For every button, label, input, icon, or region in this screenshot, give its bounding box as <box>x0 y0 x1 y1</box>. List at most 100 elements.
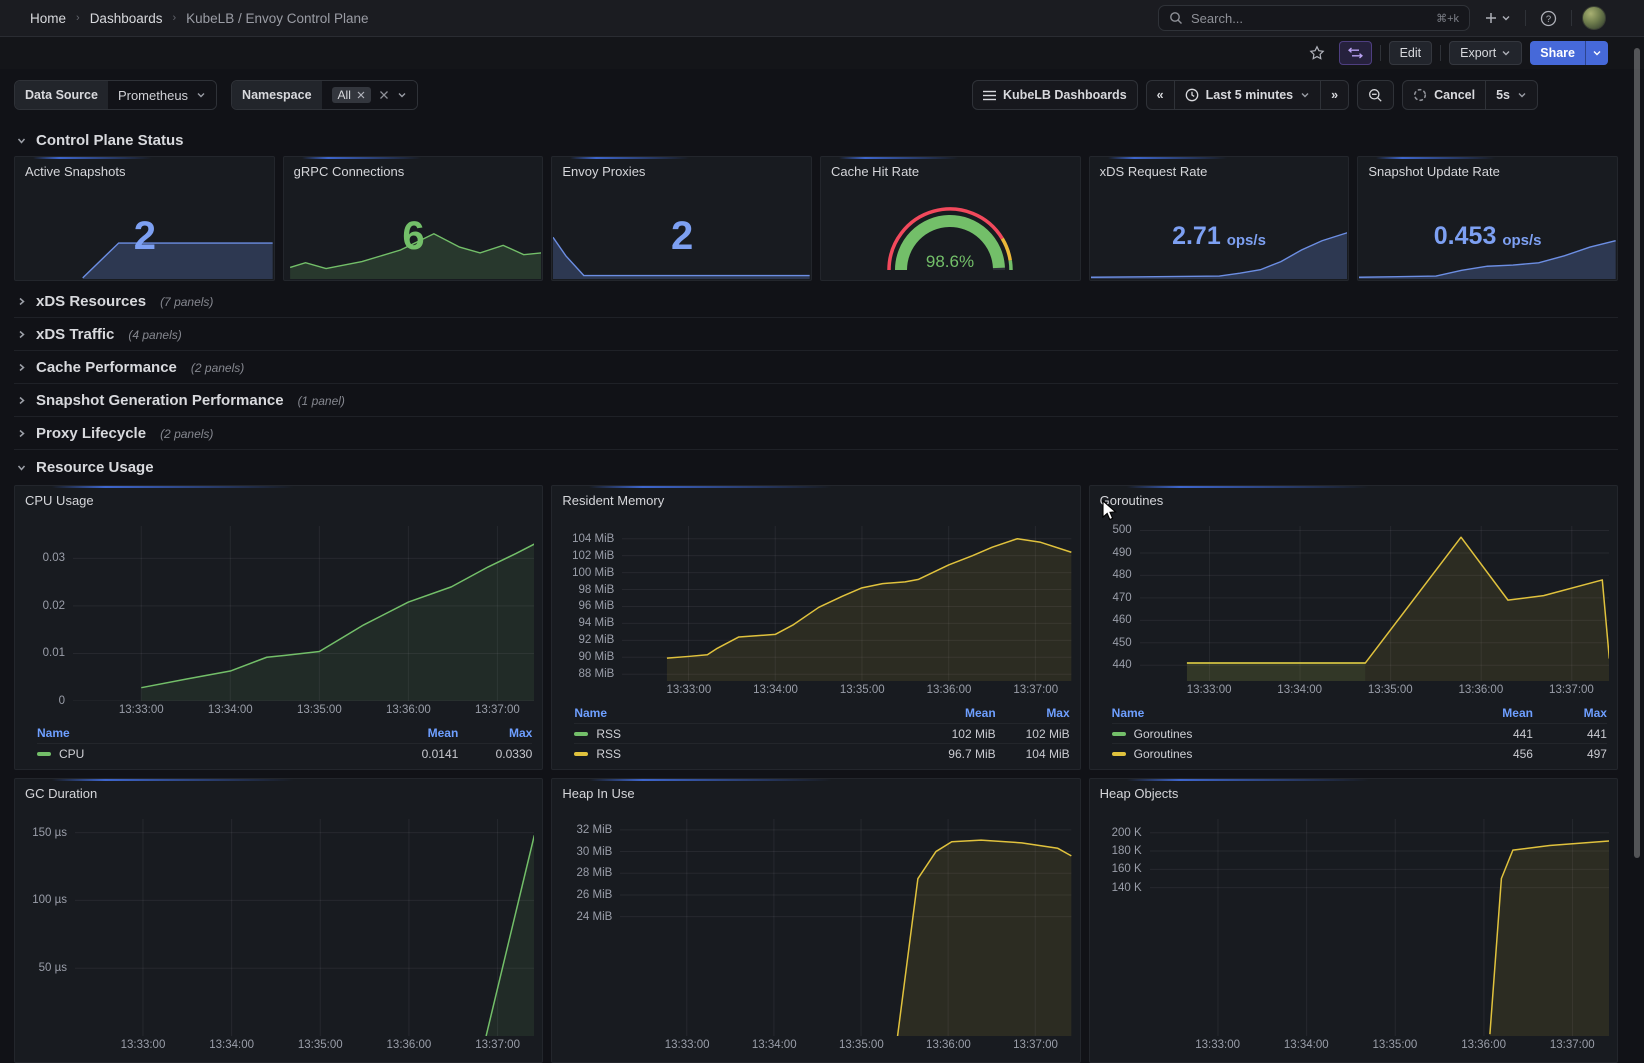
datasource-variable[interactable]: Data Source Prometheus <box>14 80 217 110</box>
series-name: RSS <box>596 747 621 761</box>
divider <box>1380 45 1381 61</box>
chevron-down-icon <box>14 135 28 146</box>
stat-value: 2 <box>15 185 274 280</box>
series-name: CPU <box>59 747 84 761</box>
x-axis-label: 13:37:00 <box>1550 1039 1595 1051</box>
legend-row[interactable]: Goroutines456497 <box>1112 743 1607 763</box>
x-axis-label: 13:35:00 <box>1368 684 1413 696</box>
dashboard-row-xds-resources[interactable]: xDS Resources (7 panels) <box>14 285 1618 318</box>
resource-usage-panels-row-2: GC Duration 150 µs100 µs50 µs13:33:0013:… <box>14 778 1618 1063</box>
legend-header-mean[interactable]: Mean <box>922 706 996 720</box>
y-axis-label: 500 <box>1112 524 1131 536</box>
namespace-variable[interactable]: Namespace All <box>231 80 418 110</box>
y-axis-label: 26 MiB <box>577 889 613 901</box>
star-button[interactable] <box>1303 41 1331 65</box>
legend-header-name[interactable]: Name <box>574 706 921 720</box>
panel-grpc-connections[interactable]: gRPC Connections 6 <box>283 156 544 281</box>
namespace-value[interactable]: All <box>322 81 417 109</box>
x-axis-label: 13:37:00 <box>1013 1039 1058 1051</box>
export-button[interactable]: Export <box>1449 41 1522 65</box>
svg-text:?: ? <box>1546 14 1551 25</box>
time-range-button[interactable]: Last 5 minutes <box>1175 81 1322 109</box>
row-header-control-plane-status[interactable]: Control Plane Status <box>14 126 1618 154</box>
plot-area[interactable] <box>1140 526 1609 681</box>
avatar[interactable] <box>1582 6 1606 30</box>
row-header-resource-usage[interactable]: Resource Usage <box>14 451 1618 483</box>
dashboard-submenu: Data Source Prometheus Namespace All <box>14 80 1618 110</box>
panel-envoy-proxies[interactable]: Envoy Proxies 2 <box>551 156 812 281</box>
clear-icon[interactable] <box>379 90 389 100</box>
panel-cache-hit-rate[interactable]: Cache Hit Rate 98.6% <box>820 156 1081 281</box>
refresh-picker: Cancel 5s <box>1402 80 1538 110</box>
panel-active-snapshots[interactable]: Active Snapshots 2 <box>14 156 275 281</box>
chevron-down-icon <box>1592 48 1602 58</box>
page-scrollbar[interactable] <box>1634 48 1640 858</box>
panel-cpu-usage[interactable]: CPU Usage 0.030.020.01013:33:0013:34:001… <box>14 485 543 770</box>
panel-heap-in-use[interactable]: Heap In Use 32 MiB30 MiB28 MiB26 MiB24 M… <box>551 778 1080 1063</box>
plot-area[interactable] <box>622 526 1071 681</box>
namespace-chip[interactable]: All <box>332 87 371 103</box>
plot-area[interactable] <box>1150 819 1609 1036</box>
x-axis-label: 13:33:00 <box>119 704 164 716</box>
time-shift-forward-button[interactable]: » <box>1321 81 1348 109</box>
breadcrumb-home[interactable]: Home <box>30 11 66 26</box>
panel-resident-memory[interactable]: Resident Memory 104 MiB102 MiB100 MiB98 … <box>551 485 1080 770</box>
chevron-right-icon <box>14 329 28 340</box>
y-axis-label: 92 MiB <box>579 634 615 646</box>
kubelb-dashboards-button[interactable]: KubeLB Dashboards <box>972 80 1138 110</box>
add-button[interactable] <box>1480 8 1515 28</box>
x-axis-label: 13:33:00 <box>121 1039 166 1051</box>
panel-heap-objects[interactable]: Heap Objects 200 K180 K160 K140 K13:33:0… <box>1089 778 1618 1063</box>
series-color-swatch <box>37 752 51 756</box>
refresh-interval-button[interactable]: 5s <box>1486 81 1537 109</box>
y-axis-label: 0.03 <box>43 552 65 564</box>
zoom-out-button[interactable] <box>1357 80 1394 110</box>
datasource-value[interactable]: Prometheus <box>108 81 216 109</box>
legend-header-mean[interactable]: Mean <box>1459 706 1533 720</box>
y-axis-label: 200 K <box>1112 827 1142 839</box>
panel-snapshot-update-rate[interactable]: Snapshot Update Rate 0.453ops/s <box>1357 156 1618 281</box>
panel-xds-request-rate[interactable]: xDS Request Rate 2.71ops/s <box>1089 156 1350 281</box>
zoom-out-icon <box>1368 88 1383 103</box>
plot-area[interactable] <box>75 819 534 1036</box>
dashboard-row-proxy-lifecycle[interactable]: Proxy Lifecycle (2 panels) <box>14 417 1618 450</box>
time-shift-back-button[interactable]: « <box>1147 81 1175 109</box>
legend-header-name[interactable]: Name <box>37 726 384 740</box>
series-max-value: 104 MiB <box>996 747 1070 761</box>
help-button[interactable]: ? <box>1536 7 1561 30</box>
plot-area[interactable] <box>73 526 534 701</box>
legend-row[interactable]: CPU0.01410.0330 <box>37 743 532 763</box>
legend-header-max[interactable]: Max <box>458 726 532 740</box>
share-menu-button[interactable] <box>1585 41 1608 65</box>
stat-value: 2.71ops/s <box>1090 185 1349 280</box>
cancel-refresh-button[interactable]: Cancel <box>1403 81 1486 109</box>
y-axis-label: 96 MiB <box>579 600 615 612</box>
legend-header-max[interactable]: Max <box>1533 706 1607 720</box>
legend-row[interactable]: Goroutines441441 <box>1112 723 1607 743</box>
legend-row[interactable]: RSS102 MiB102 MiB <box>574 723 1069 743</box>
edit-button[interactable]: Edit <box>1389 41 1433 65</box>
breadcrumb-dashboards[interactable]: Dashboards <box>90 11 163 26</box>
chevron-right-icon <box>14 428 28 439</box>
dashboard-row-xds-traffic[interactable]: xDS Traffic (4 panels) <box>14 318 1618 351</box>
legend-header-max[interactable]: Max <box>996 706 1070 720</box>
plot-area[interactable] <box>620 819 1071 1036</box>
panel-goroutines[interactable]: Goroutines 50049048047046045044013:33:00… <box>1089 485 1618 770</box>
search-icon <box>1169 11 1183 25</box>
shared-toggle-button[interactable] <box>1339 41 1372 65</box>
legend-header-mean[interactable]: Mean <box>384 726 458 740</box>
panel-gc-duration[interactable]: GC Duration 150 µs100 µs50 µs13:33:0013:… <box>14 778 543 1063</box>
y-axis-label: 0.02 <box>43 600 65 612</box>
y-axis-label: 32 MiB <box>577 824 613 836</box>
dashboard-row-cache-performance[interactable]: Cache Performance (2 panels) <box>14 351 1618 384</box>
legend-header-name[interactable]: Name <box>1112 706 1459 720</box>
stat-value: 6 <box>284 185 543 280</box>
x-axis-label: 13:35:00 <box>1373 1039 1418 1051</box>
x-axis-label: 13:34:00 <box>752 1039 797 1051</box>
dashboard-row-snapshot-generation-performance[interactable]: Snapshot Generation Performance (1 panel… <box>14 384 1618 417</box>
share-button[interactable]: Share <box>1530 41 1585 65</box>
help-icon: ? <box>1540 10 1557 27</box>
legend-row[interactable]: RSS96.7 MiB104 MiB <box>574 743 1069 763</box>
search-input[interactable]: Search... ⌘+k <box>1158 5 1470 31</box>
close-icon[interactable] <box>357 91 365 99</box>
